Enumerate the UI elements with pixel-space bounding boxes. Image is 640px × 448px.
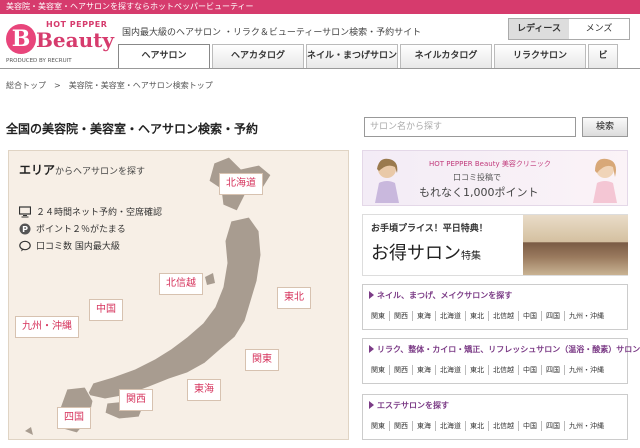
feature-reviews: 口コミ数 国内最大級 [19, 239, 120, 252]
area-title-big: エリア [19, 163, 56, 177]
breadcrumb-separator: > [54, 81, 61, 90]
region-kanto[interactable]: 関東 [245, 349, 279, 371]
region-link[interactable]: 四国 [542, 421, 565, 431]
point-icon: P [19, 223, 31, 234]
region-link[interactable]: 東海 [413, 365, 436, 375]
tab-nail-eyelash[interactable]: ネイル・まつげサロン [306, 44, 398, 68]
category-relax: リラク、整体・カイロ・矯正、リフレッシュサロン（温浴・酸素）サロンを探す 関東関… [362, 338, 640, 384]
top-strip: 美容院・美容室・ヘアサロンを探すならホットペッパービューティー [0, 0, 640, 14]
feature-text: ２４時間ネット予約・空席確認 [36, 208, 163, 218]
tab-nail-catalog[interactable]: ネイルカタログ [400, 44, 492, 68]
breadcrumb: 総合トップ > 美容院・美容室・ヘアサロン検索トップ [6, 80, 213, 91]
region-link[interactable]: 北海道 [436, 311, 466, 321]
search-button[interactable]: 検索 [582, 117, 628, 137]
region-link[interactable]: 関西 [390, 311, 413, 321]
svg-text:P: P [22, 225, 28, 234]
tab-relax-salon[interactable]: リラクサロン [494, 44, 586, 68]
region-link[interactable]: 北信越 [489, 311, 519, 321]
mens-toggle[interactable]: メンズ [569, 19, 629, 39]
clinic-line1: 口コミ投稿で [453, 173, 501, 182]
map-sado [205, 273, 215, 285]
site-tagline: 国内最大級のヘアサロン ・リラク＆ビューティーサロン検索・予約サイト [122, 28, 422, 38]
clinic-brand: HOT PEPPER Beauty 美容クリニック [429, 160, 551, 168]
woman-illustration-right [593, 158, 617, 203]
category-region-links: 関東 関西 東海 北海道 東北 北信越 中国 四国 九州・沖縄 [367, 311, 608, 321]
category-esthetic: エステサロンを探す 関東 関西 東海 北海道 東北 北信越 中国 四国 九州・沖縄 [362, 394, 628, 440]
region-kyushu-okinawa[interactable]: 九州・沖縄 [15, 316, 79, 338]
deal-banner-title: お手頃プライス！平日特典！ [371, 224, 488, 234]
category-title[interactable]: リラク、整体・カイロ・矯正、リフレッシュサロン（温浴・酸素）サロンを探す [369, 344, 640, 355]
tab-hair-salon[interactable]: ヘアサロン [118, 44, 210, 68]
region-link[interactable]: 東北 [466, 311, 489, 321]
region-link[interactable]: 東海 [413, 311, 436, 321]
feature-points: P ポイント２％がたまる [19, 222, 126, 235]
logo-badge: B [6, 24, 36, 54]
region-hokushinetsu[interactable]: 北信越 [159, 273, 203, 295]
deal-banner-main: お得サロン特集 [371, 239, 481, 265]
region-link[interactable]: 関東 [367, 421, 390, 431]
feature-text: ポイント２％がたまる [36, 225, 126, 235]
tab-hair-catalog[interactable]: ヘアカタログ [212, 44, 304, 68]
map-okinawa [25, 427, 33, 435]
region-link[interactable]: 九州・沖縄 [565, 311, 608, 321]
logo-produced-by: PRODUCED BY RECRUIT [6, 58, 72, 64]
region-link[interactable]: 中国 [519, 365, 542, 375]
category-region-links: 関東 関西 東海 北海道 東北 北信越 中国 四国 九州・沖縄 [367, 365, 608, 375]
category-nail-eyelash: ネイル、まつげ、メイクサロンを探す 関東 関西 東海 北海道 東北 北信越 中国 四国 九州・沖… [362, 284, 628, 330]
region-hokkaido[interactable]: 北海道 [219, 173, 263, 195]
logo[interactable]: B HOT PEPPER Beauty PRODUCED BY RECRUIT [6, 18, 114, 66]
clinic-banner[interactable]: HOT PEPPER Beauty 美容クリニック 口コミ投稿で もれなく1,0… [362, 150, 628, 206]
region-link[interactable]: 東海 [413, 421, 436, 431]
region-link[interactable]: 関東 [367, 311, 390, 321]
breadcrumb-home[interactable]: 総合トップ [6, 81, 46, 90]
clinic-line2: もれなく1,000ポイント [419, 186, 539, 199]
monitor-icon [19, 205, 31, 217]
region-link[interactable]: 東北 [466, 365, 489, 375]
category-title[interactable]: エステサロンを探す [369, 400, 449, 411]
region-link[interactable]: 北海道 [436, 365, 466, 375]
tab-divider [0, 68, 640, 69]
area-map-panel: エリアからヘアサロンを探す ２４時間ネット予約・空席確認 P ポイント２％がたま… [8, 150, 349, 440]
region-kansai[interactable]: 関西 [119, 389, 153, 411]
woman-illustration-left [375, 158, 399, 203]
region-chugoku[interactable]: 中国 [89, 299, 123, 321]
speech-bubble-icon [19, 240, 31, 251]
region-link[interactable]: 関西 [390, 365, 413, 375]
tab-more[interactable]: ビ [588, 44, 618, 68]
gender-toggle: レディース メンズ [508, 18, 630, 40]
area-title-small: からヘアサロンを探す [55, 167, 146, 177]
salon-search-input[interactable]: サロン名から探す [364, 117, 576, 137]
deal-main-text: お得サロン [371, 243, 461, 264]
header: B HOT PEPPER Beauty PRODUCED BY RECRUIT … [0, 14, 640, 68]
region-link[interactable]: 中国 [519, 421, 542, 431]
main-tabs: ヘアサロン ヘアカタログ ネイル・まつげサロン ネイルカタログ リラクサロン ビ [118, 44, 640, 68]
deal-sub-text: 特集 [461, 251, 481, 262]
category-title[interactable]: ネイル、まつげ、メイクサロンを探す [369, 290, 512, 301]
region-link[interactable]: 九州・沖縄 [565, 421, 608, 431]
region-link[interactable]: 九州・沖縄 [565, 365, 608, 375]
region-link[interactable]: 関西 [390, 421, 413, 431]
ladies-toggle[interactable]: レディース [509, 19, 569, 39]
region-link[interactable]: 四国 [542, 311, 565, 321]
logo-brand: Beauty [36, 28, 114, 52]
feature-online-booking: ２４時間ネット予約・空席確認 [19, 205, 162, 218]
region-link[interactable]: 四国 [542, 365, 565, 375]
region-link[interactable]: 中国 [519, 311, 542, 321]
deal-banner[interactable]: お手頃プライス！平日特典！ お得サロン特集 [362, 214, 628, 276]
region-tokai[interactable]: 東海 [187, 379, 221, 401]
feature-text: 口コミ数 国内最大級 [36, 242, 120, 252]
region-link[interactable]: 北信越 [489, 421, 519, 431]
salon-photo [523, 215, 628, 275]
region-shikoku[interactable]: 四国 [57, 407, 91, 429]
region-link[interactable]: 東北 [466, 421, 489, 431]
region-tohoku[interactable]: 東北 [277, 287, 311, 309]
region-link[interactable]: 北信越 [489, 365, 519, 375]
region-link[interactable]: 北海道 [436, 421, 466, 431]
region-link[interactable]: 関東 [367, 365, 390, 375]
area-search-title: エリアからヘアサロンを探す [19, 161, 145, 178]
category-region-links: 関東 関西 東海 北海道 東北 北信越 中国 四国 九州・沖縄 [367, 421, 608, 431]
page-title: 全国の美容院・美容室・ヘアサロン検索・予約 [6, 122, 259, 136]
breadcrumb-current: 美容院・美容室・ヘアサロン検索トップ [68, 81, 213, 90]
